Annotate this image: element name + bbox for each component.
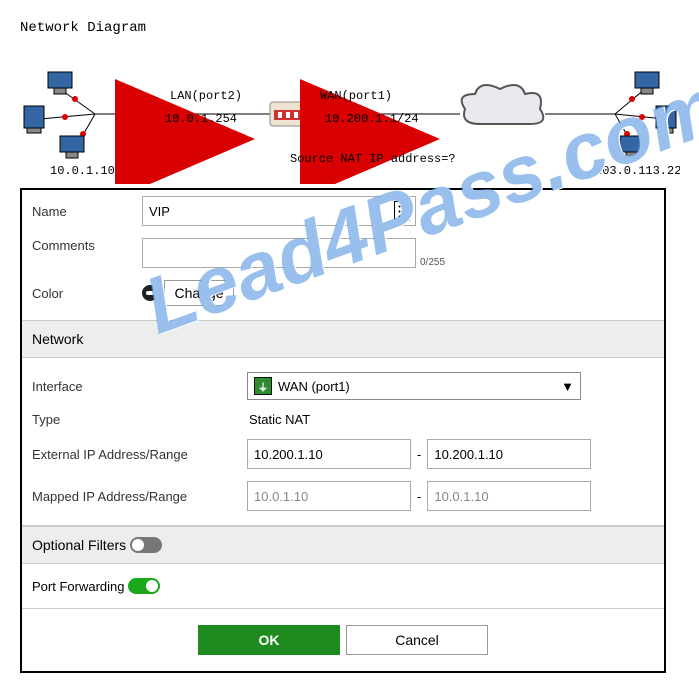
- lan-ip: 10.0.1.254: [165, 112, 237, 126]
- interface-label: Interface: [32, 379, 247, 394]
- firewall-device-icon: [270, 102, 310, 126]
- wan-label: WAN(port1): [320, 89, 392, 103]
- change-color-button[interactable]: Change: [164, 280, 234, 306]
- left-cluster: [24, 72, 95, 158]
- right-host-ip: 203.0.113.22: [595, 164, 680, 178]
- comments-count: 0/255: [420, 257, 445, 268]
- diagram-svg: 10.0.1.10/24 LAN(port2) 10.0.1.254 WAN(p…: [20, 44, 680, 184]
- map-ip-label: Mapped IP Address/Range: [32, 489, 247, 504]
- cancel-button[interactable]: Cancel: [346, 625, 488, 655]
- comments-input[interactable]: [142, 238, 416, 268]
- vip-form: Name Comments 0/255 Color Change Network…: [20, 188, 666, 673]
- optional-filters-label: Optional Filters: [32, 537, 126, 553]
- optional-filters-toggle[interactable]: [130, 537, 162, 553]
- comments-label: Comments: [32, 238, 142, 253]
- map-ip-from-input[interactable]: [247, 481, 411, 511]
- left-host-ip: 10.0.1.10/24: [50, 164, 136, 178]
- ext-ip-from-input[interactable]: [247, 439, 411, 469]
- interface-icon: ⏚: [254, 377, 272, 395]
- name-input[interactable]: [142, 196, 416, 226]
- color-label: Color: [32, 286, 142, 301]
- src-nat-question: Source NAT IP address=?: [290, 152, 456, 166]
- ext-ip-to-input[interactable]: [427, 439, 591, 469]
- diagram-title: Network Diagram: [20, 20, 679, 36]
- lan-label: LAN(port2): [170, 89, 242, 103]
- network-diagram: 10.0.1.10/24 LAN(port2) 10.0.1.254 WAN(p…: [20, 44, 680, 184]
- wan-ip: 10.200.1.1/24: [325, 112, 419, 126]
- right-cluster: [615, 72, 676, 158]
- cloud-icon: [462, 85, 544, 124]
- ok-button[interactable]: OK: [198, 625, 340, 655]
- color-swatch-icon: [142, 285, 158, 301]
- interface-value: WAN (port1): [278, 379, 350, 394]
- map-ip-to-input[interactable]: [427, 481, 591, 511]
- type-value: Static NAT: [247, 412, 310, 427]
- chevron-down-icon: ▼: [561, 379, 574, 394]
- keypad-icon[interactable]: [394, 201, 410, 221]
- port-forwarding-label: Port Forwarding: [32, 579, 124, 594]
- interface-select[interactable]: ⏚ WAN (port1) ▼: [247, 372, 581, 400]
- range-separator: -: [411, 489, 427, 504]
- name-label: Name: [32, 204, 142, 219]
- range-separator: -: [411, 447, 427, 462]
- ext-ip-label: External IP Address/Range: [32, 447, 247, 462]
- type-label: Type: [32, 412, 247, 427]
- port-forwarding-toggle[interactable]: [128, 578, 160, 594]
- network-section-header: Network: [22, 320, 664, 358]
